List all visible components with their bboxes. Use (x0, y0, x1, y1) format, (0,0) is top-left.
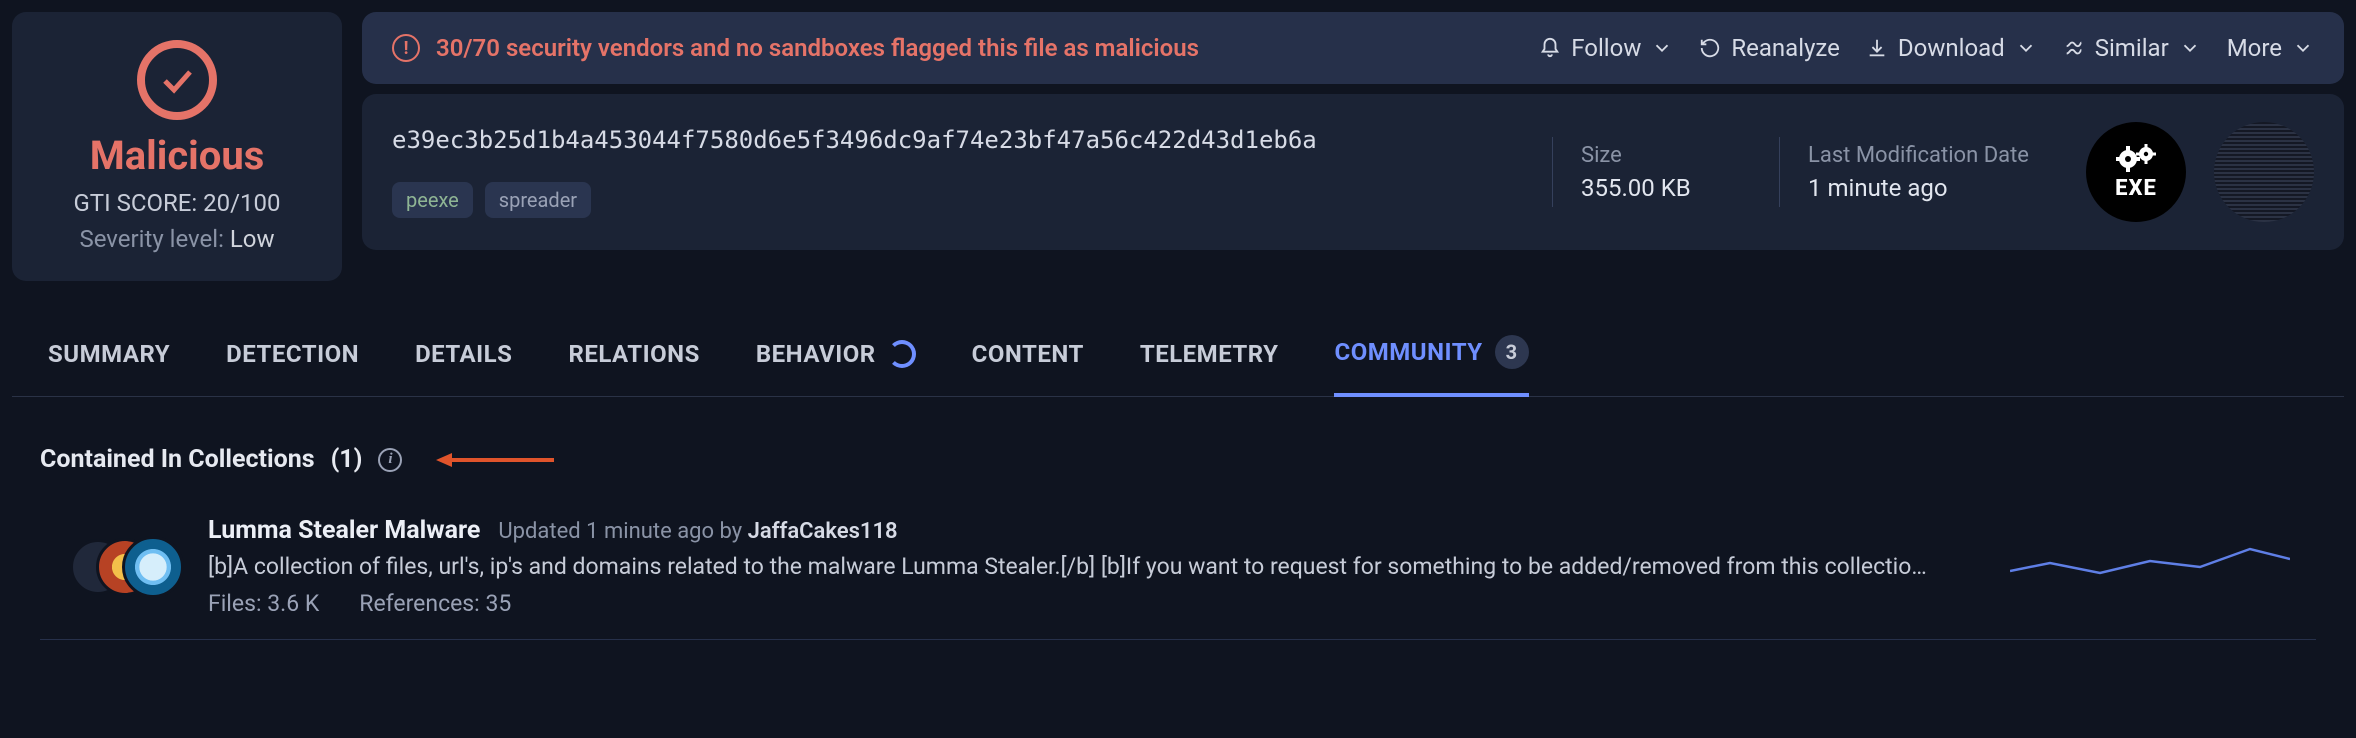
severity-line: Severity level: Low (79, 225, 274, 253)
section-count: (1) (331, 445, 363, 474)
chevron-down-icon (2015, 37, 2037, 59)
tab-relations[interactable]: RELATIONS (568, 340, 699, 392)
file-size-meta: Size 355.00 KB (1581, 143, 1751, 202)
section-header: Contained In Collections (1) i (40, 445, 2316, 474)
tab-behavior-label: BEHAVIOR (756, 340, 876, 368)
bell-icon (1539, 37, 1561, 59)
file-type-badge: EXE (2086, 122, 2186, 222)
tag-spreader[interactable]: spreader (485, 182, 591, 218)
follow-label: Follow (1571, 34, 1641, 62)
tabs: SUMMARY DETECTION DETAILS RELATIONS BEHA… (12, 281, 2344, 397)
follow-button[interactable]: Follow (1539, 34, 1673, 62)
more-button[interactable]: More (2227, 34, 2314, 62)
tab-content[interactable]: CONTENT (972, 340, 1084, 392)
file-hash[interactable]: e39ec3b25d1b4a453044f7580d6e5f3496dc9af7… (392, 126, 1524, 154)
info-icon[interactable]: i (378, 448, 402, 472)
collection-refs: References: 35 (359, 590, 511, 617)
tab-telemetry[interactable]: TELEMETRY (1140, 340, 1279, 392)
tab-community-label: COMMUNITY (1334, 338, 1482, 366)
tab-summary[interactable]: SUMMARY (48, 340, 170, 392)
collection-updated: Updated 1 minute ago by JaffaCakes118 (498, 519, 897, 544)
collection-description: [b]A collection of files, url's, ip's an… (208, 553, 1982, 580)
mod-label: Last Modification Date (1808, 143, 2058, 168)
tab-detection[interactable]: DETECTION (226, 340, 359, 392)
download-icon (1866, 37, 1888, 59)
mod-value: 1 minute ago (1808, 174, 2058, 202)
chevron-down-icon (2179, 37, 2201, 59)
annotation-arrow-icon (436, 450, 556, 470)
reanalyze-button[interactable]: Reanalyze (1699, 34, 1840, 62)
collection-author[interactable]: JaffaCakes118 (748, 519, 898, 544)
severity-label: Severity level: (79, 225, 223, 253)
alert-bar: ! 30/70 security vendors and no sandboxe… (362, 12, 2344, 84)
file-details-bar: e39ec3b25d1b4a453044f7580d6e5f3496dc9af7… (362, 94, 2344, 250)
size-value: 355.00 KB (1581, 174, 1751, 202)
verdict-card: Malicious GTI SCORE: 20/100 Severity lev… (12, 12, 342, 281)
file-tags: peexe spreader (392, 182, 1524, 218)
severity-value: Low (230, 225, 275, 253)
collection-files: Files: 3.6 K (208, 590, 319, 617)
section-title: Contained In Collections (40, 445, 315, 474)
collection-row[interactable]: Lumma Stealer Malware Updated 1 minute a… (40, 494, 2316, 640)
similar-label: Similar (2095, 34, 2169, 62)
reanalyze-label: Reanalyze (1731, 34, 1840, 62)
collection-icon (70, 532, 180, 602)
file-visual-hash-icon (2214, 122, 2314, 222)
sparkline-chart (2010, 537, 2290, 597)
collection-stats: Files: 3.6 K References: 35 (208, 590, 1982, 617)
similar-button[interactable]: Similar (2063, 34, 2201, 62)
tab-details[interactable]: DETAILS (415, 340, 512, 392)
collection-title: Lumma Stealer Malware (208, 516, 480, 545)
size-label: Size (1581, 143, 1751, 168)
chevron-down-icon (2292, 37, 2314, 59)
tag-peexe[interactable]: peexe (392, 182, 473, 218)
collections-section: Contained In Collections (1) i Lumma Ste… (12, 397, 2344, 640)
tab-community[interactable]: COMMUNITY 3 (1334, 335, 1528, 397)
similar-icon (2063, 37, 2085, 59)
alert-icon: ! (392, 34, 420, 62)
verdict-check-icon (137, 40, 217, 120)
alert-text: 30/70 security vendors and no sandboxes … (436, 34, 1199, 62)
divider (1779, 137, 1780, 207)
loading-spinner-icon (888, 340, 916, 368)
download-label: Download (1898, 34, 2005, 62)
chevron-down-icon (1651, 37, 1673, 59)
community-count-badge: 3 (1495, 335, 1529, 369)
gti-score: GTI SCORE: 20/100 (73, 189, 280, 217)
refresh-icon (1699, 37, 1721, 59)
main-card: ! 30/70 security vendors and no sandboxe… (362, 12, 2344, 281)
verdict-label: Malicious (90, 132, 265, 179)
tab-behavior[interactable]: BEHAVIOR (756, 340, 916, 392)
gears-icon (2114, 144, 2158, 174)
file-ext: EXE (2115, 176, 2157, 201)
divider (1552, 137, 1553, 207)
more-label: More (2227, 34, 2282, 62)
file-mod-meta: Last Modification Date 1 minute ago (1808, 143, 2058, 202)
collection-updated-prefix: Updated 1 minute ago by (498, 519, 742, 544)
download-button[interactable]: Download (1866, 34, 2037, 62)
